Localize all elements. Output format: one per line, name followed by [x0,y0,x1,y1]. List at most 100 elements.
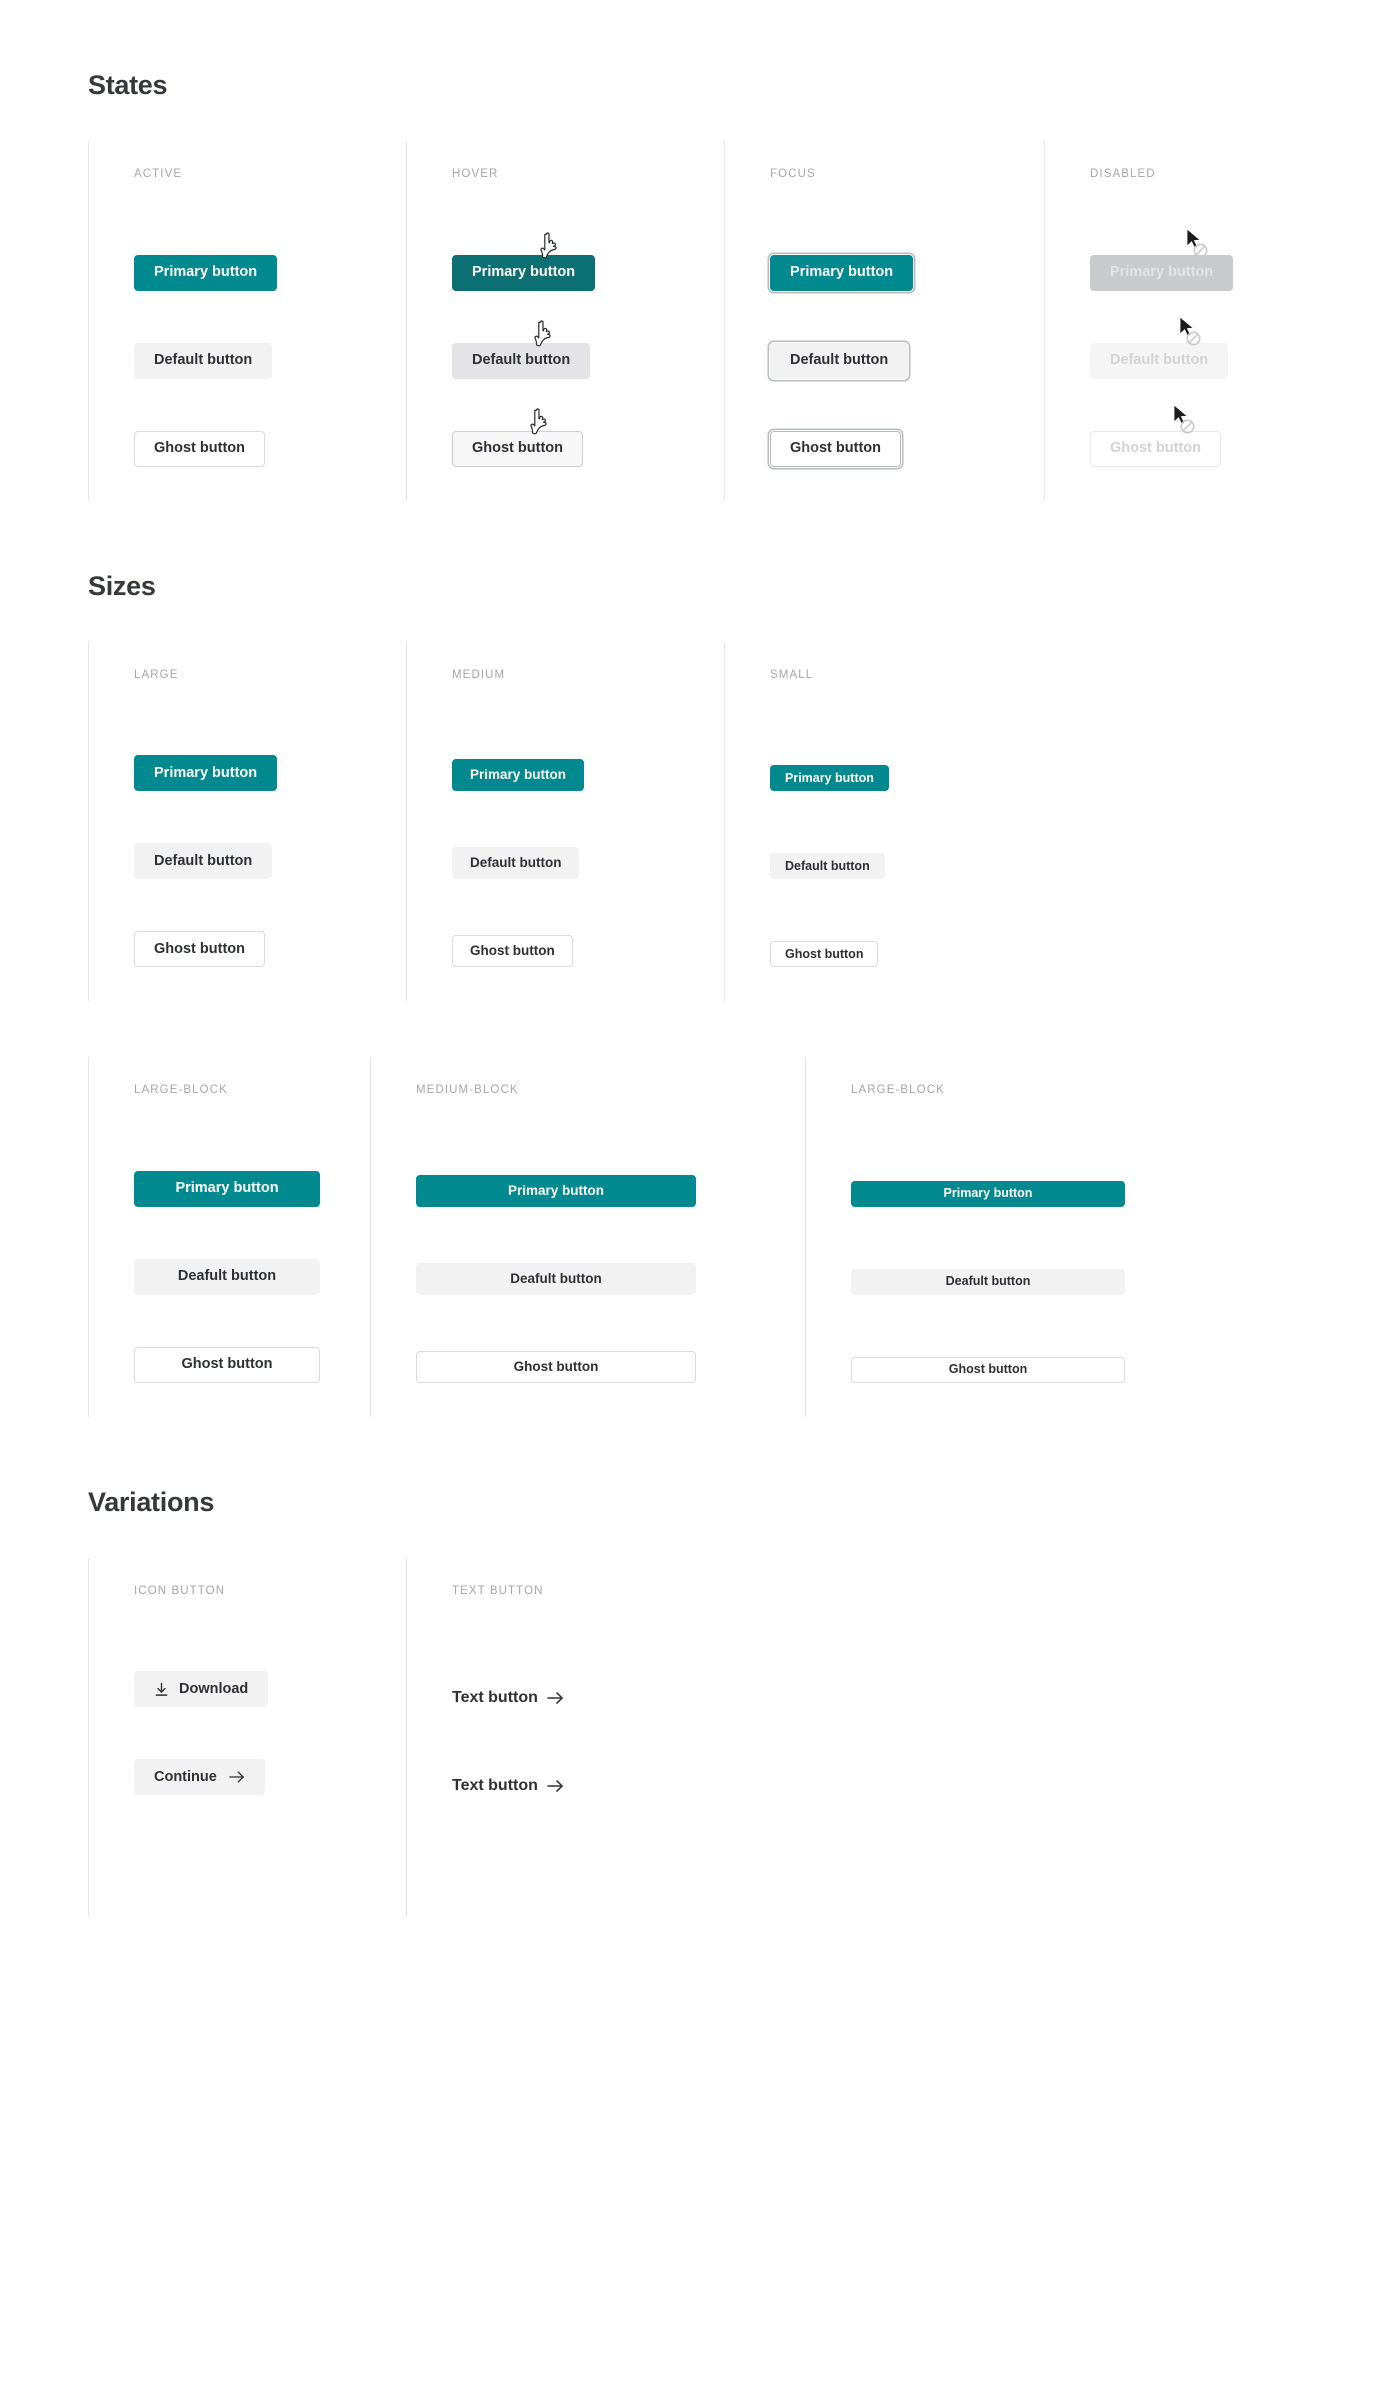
download-button[interactable]: Download [134,1671,269,1707]
blocks-medium-ghost-slot: Ghost button [416,1295,805,1383]
continue-button[interactable]: Continue [134,1759,265,1795]
sizes-medium-default-slot: Default button [452,791,724,879]
primary-button-small[interactable]: Primary button [770,765,889,791]
blocks-large-default-slot: Deafult button [134,1207,370,1295]
states-focus-ghost-slot: Ghost button [770,379,1044,467]
default-button-medium[interactable]: Default button [452,847,580,879]
top-spacer [0,0,1400,70]
default-button-disabled: Default button [1090,342,1229,379]
page-title-variations: Variations [88,1486,215,1517]
variations-column-text: TEXT BUTTON Text button Text button [406,1557,1386,1917]
default-button-medium-block[interactable]: Deafult button [416,1262,696,1295]
primary-button-large-block[interactable]: Primary button [134,1170,320,1207]
states-active-ghost-slot: Ghost button [134,379,406,467]
variations-text-button-1-slot: Text button [452,1619,1386,1707]
primary-button-focus[interactable]: Primary button [770,254,914,291]
default-button-large-block-2[interactable]: Deafult button [851,1268,1125,1295]
ghost-button-small[interactable]: Ghost button [770,941,879,967]
primary-button-large[interactable]: Primary button [134,755,278,791]
page-title-sizes: Sizes [88,570,156,601]
blocks-large-primary-slot: Primary button [134,1119,370,1207]
variations-grid: ICON BUTTON Download Continue TEXT BUTTO… [0,1557,1400,1917]
default-button-active[interactable]: Default button [134,342,273,379]
variations-column-icon: ICON BUTTON Download Continue [88,1557,406,1917]
variations-text-empty-slot [452,1795,1386,1883]
column-label-large-block-2: LARGE-BLOCK [851,1084,945,1096]
sizes-small-ghost-slot: Ghost button [770,879,1044,967]
ghost-button-hover[interactable]: Ghost button [452,430,584,467]
ghost-button-medium-block[interactable]: Ghost button [416,1350,696,1383]
sizes-large-ghost-slot: Ghost button [134,879,406,967]
sizes-large-default-slot: Default button [134,791,406,879]
states-focus-primary-slot: Primary button [770,203,1044,291]
download-icon [154,1682,169,1697]
text-button-2-label: Text button [452,1777,538,1794]
sizes-small-primary-slot: Primary button [770,703,1044,791]
ghost-button-large[interactable]: Ghost button [134,931,266,967]
blocks-medium-default-slot: Deafult button [416,1207,805,1295]
states-gap [0,101,1400,141]
text-button-2[interactable]: Text button [452,1777,564,1795]
states-column-disabled: DISABLED Primary button Default button G… [1044,141,1374,501]
primary-button-medium-block[interactable]: Primary button [416,1174,696,1207]
ghost-button-focus[interactable]: Ghost button [770,430,902,467]
arrow-right-icon [547,1779,564,1793]
variations-text-button-2-slot: Text button [452,1707,1386,1795]
blocks-large2-primary-slot: Primary button [851,1119,1125,1207]
states-column-active: ACTIVE Primary button Default button Gho… [88,141,406,501]
sizes-gap [0,602,1400,642]
column-label-medium-block: MEDIUM-BLOCK [416,1084,519,1096]
design-system-page: States ACTIVE Primary button Default but… [0,0,1400,1973]
ghost-button-large-block[interactable]: Ghost button [134,1346,320,1383]
sizes-medium-ghost-slot: Ghost button [452,879,724,967]
variations-continue-slot: Continue [134,1707,406,1795]
ghost-button-medium[interactable]: Ghost button [452,935,573,967]
column-label-large: LARGE [134,668,179,681]
column-label-small: SMALL [770,668,814,681]
bottom-spacer [0,1917,1400,1973]
sizes-grid: LARGE Primary button Default button Ghos… [0,641,1400,1001]
arrow-right-icon [229,1770,245,1784]
column-label-icon-button: ICON BUTTON [134,1584,226,1597]
column-label-large-block: LARGE-BLOCK [134,1084,228,1096]
default-button-small[interactable]: Default button [770,853,885,879]
ghost-button-large-block-2[interactable]: Ghost button [851,1356,1125,1383]
default-button-hover[interactable]: Default button [452,342,591,379]
states-disabled-ghost-slot: Ghost button [1090,379,1374,467]
sizes-small-default-slot: Default button [770,791,1044,879]
states-focus-default-slot: Default button [770,291,1044,379]
blocks-variations-gap [0,1417,1400,1487]
primary-button-active[interactable]: Primary button [134,254,278,291]
states-disabled-default-slot: Default button [1090,291,1374,379]
states-grid: ACTIVE Primary button Default button Gho… [0,141,1400,501]
text-button-1[interactable]: Text button [452,1689,564,1707]
primary-button-hover[interactable]: Primary button [452,254,596,291]
default-button-large-block[interactable]: Deafult button [134,1258,320,1295]
ghost-button-active[interactable]: Ghost button [134,430,266,467]
states-disabled-primary-slot: Primary button [1090,203,1374,291]
column-label-medium: MEDIUM [452,668,506,681]
sizes-blocks-gap [0,1001,1400,1057]
primary-button-medium[interactable]: Primary button [452,759,585,791]
blocks-column-large: LARGE-BLOCK Primary button Deafult butto… [88,1057,370,1417]
sizes-large-primary-slot: Primary button [134,703,406,791]
primary-button-disabled: Primary button [1090,254,1234,291]
blocks-column-large-2: LARGE-BLOCK Primary button Deafult butto… [805,1057,1125,1417]
blocks-grid: LARGE-BLOCK Primary button Deafult butto… [0,1057,1400,1417]
column-label-hover: HOVER [452,168,499,180]
primary-button-large-block-2[interactable]: Primary button [851,1180,1125,1207]
blocks-large2-ghost-slot: Ghost button [851,1295,1125,1383]
default-button-large[interactable]: Default button [134,843,273,879]
text-button-1-label: Text button [452,1689,538,1706]
default-button-focus[interactable]: Default button [770,342,909,379]
sizes-column-large: LARGE Primary button Default button Ghos… [88,641,406,1001]
variations-download-slot: Download [134,1619,406,1707]
states-active-default-slot: Default button [134,291,406,379]
states-hover-default-slot: Default button [452,291,724,379]
states-column-hover: HOVER Primary button Default button Ghos… [406,141,724,501]
column-label-focus: FOCUS [770,168,816,180]
blocks-medium-primary-slot: Primary button [416,1119,805,1207]
states-sizes-gap [0,501,1400,571]
blocks-large-ghost-slot: Ghost button [134,1295,370,1383]
states-active-primary-slot: Primary button [134,203,406,291]
